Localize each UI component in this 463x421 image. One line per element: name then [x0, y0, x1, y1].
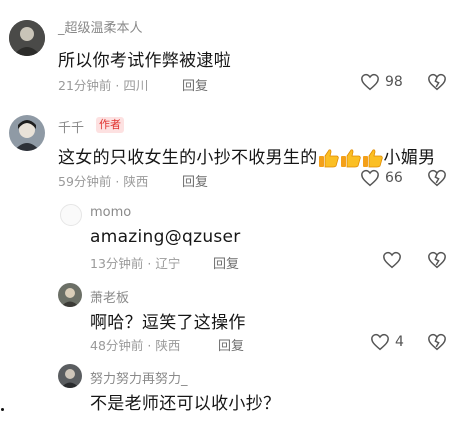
comment-meta: 13分钟前 · 辽宁 — [90, 256, 181, 271]
avatar[interactable] — [60, 204, 82, 226]
comment-meta: 21分钟前 · 四川 — [58, 78, 149, 93]
avatar[interactable] — [9, 20, 45, 56]
avatar[interactable] — [58, 364, 82, 388]
avatar-image — [9, 20, 45, 56]
like-count: 66 — [385, 170, 403, 186]
like-count: 4 — [395, 334, 404, 350]
like-button[interactable]: 98 — [360, 73, 403, 91]
reply-button[interactable]: 回复 — [213, 253, 239, 272]
username[interactable]: _超级温柔本人 — [58, 17, 143, 36]
like-button[interactable]: 4 — [370, 333, 404, 351]
avatar[interactable] — [9, 115, 45, 151]
dislike-button[interactable] — [427, 251, 447, 273]
like-button[interactable]: 66 — [360, 169, 403, 187]
comment-text: amazing@qzuser — [90, 227, 241, 247]
comment-text: 所以你考试作弊被逮啦 — [58, 51, 231, 71]
comment-meta: 59分钟前 · 陕西 — [58, 174, 149, 189]
avatar-image — [9, 115, 45, 151]
avatar[interactable] — [58, 283, 82, 307]
author-badge: 作者 — [96, 117, 124, 133]
heart-icon — [361, 169, 379, 187]
broken-heart-icon — [428, 333, 446, 351]
edge-dot — [1, 408, 4, 411]
reply-button[interactable]: 回复 — [218, 335, 244, 354]
like-count: 98 — [385, 74, 403, 90]
username[interactable]: 千千 — [58, 117, 84, 136]
dislike-button[interactable] — [427, 169, 447, 191]
reply-button[interactable]: 回复 — [182, 75, 208, 94]
comment-text: 这女的只收女生的小抄不收男生的 小媚男 — [58, 143, 435, 168]
comment-text-part: 这女的只收女生的小抄不收男生的 — [58, 148, 318, 168]
comment-text: 啊哈？逗笑了这操作 — [90, 313, 246, 333]
comment-text: 不是老师还可以收小抄？ — [90, 394, 281, 414]
username[interactable]: 萧老板 — [90, 287, 129, 306]
comment-meta: 48分钟前 · 陕西 — [90, 338, 181, 353]
dislike-button[interactable] — [427, 73, 447, 95]
username[interactable]: 努力努力再努力_ — [90, 368, 188, 387]
avatar-image — [58, 364, 82, 388]
broken-heart-icon — [428, 73, 446, 91]
thumbs-up-icon — [318, 149, 339, 168]
thumbs-up-icon — [340, 149, 361, 168]
avatar-image — [58, 283, 82, 307]
username[interactable]: momo — [90, 205, 131, 220]
comment-text-part: 小媚男 — [383, 148, 436, 168]
dislike-button[interactable] — [427, 333, 447, 355]
like-button[interactable] — [382, 251, 402, 269]
thumbs-up-icon — [362, 149, 383, 168]
reply-button[interactable]: 回复 — [182, 171, 208, 190]
heart-icon — [383, 251, 401, 269]
broken-heart-icon — [428, 169, 446, 187]
emoji-group — [318, 148, 384, 168]
broken-heart-icon — [428, 251, 446, 269]
heart-icon — [361, 73, 379, 91]
heart-icon — [371, 333, 389, 351]
